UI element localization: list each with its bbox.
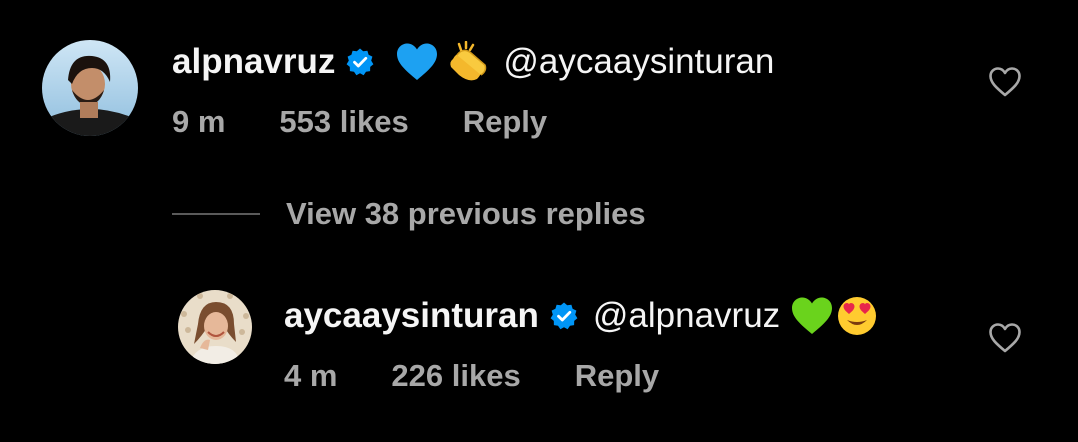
blue-heart-icon [395,42,439,82]
clapping-hands-icon [445,41,489,83]
timestamp: 9 m [172,104,226,139]
reply-mention[interactable]: @alpnavruz [593,296,780,336]
verified-badge-icon [345,47,375,77]
avatar[interactable] [178,290,252,364]
verified-badge-icon [549,301,579,331]
view-replies[interactable]: View 38 previous replies [172,196,646,232]
username[interactable]: alpnavruz [172,42,335,82]
heart-icon[interactable] [988,322,1022,354]
likes-count[interactable]: 553 likes [279,104,408,140]
likes-count[interactable]: 226 likes [391,358,520,394]
timestamp: 4 m [284,358,338,393]
comment-mention[interactable]: @aycaaysinturan [503,42,774,82]
green-heart-icon [790,296,834,336]
reply-line: aycaaysinturan @alpnavruz [284,294,878,338]
avatar[interactable] [42,40,138,136]
reply-button[interactable]: Reply [575,358,659,394]
heart-eyes-face-icon [836,295,878,337]
heart-icon[interactable] [988,66,1022,98]
comment-meta: 9 m 553 likes Reply [172,102,547,142]
reply-button[interactable]: Reply [463,104,547,140]
view-replies-button[interactable]: View 38 previous replies [286,196,646,232]
username[interactable]: aycaaysinturan [284,296,539,336]
reply-meta: 4 m 226 likes Reply [284,356,659,396]
comment-line: alpnavruz @aycaaysinturan [172,40,774,84]
divider [172,213,260,215]
